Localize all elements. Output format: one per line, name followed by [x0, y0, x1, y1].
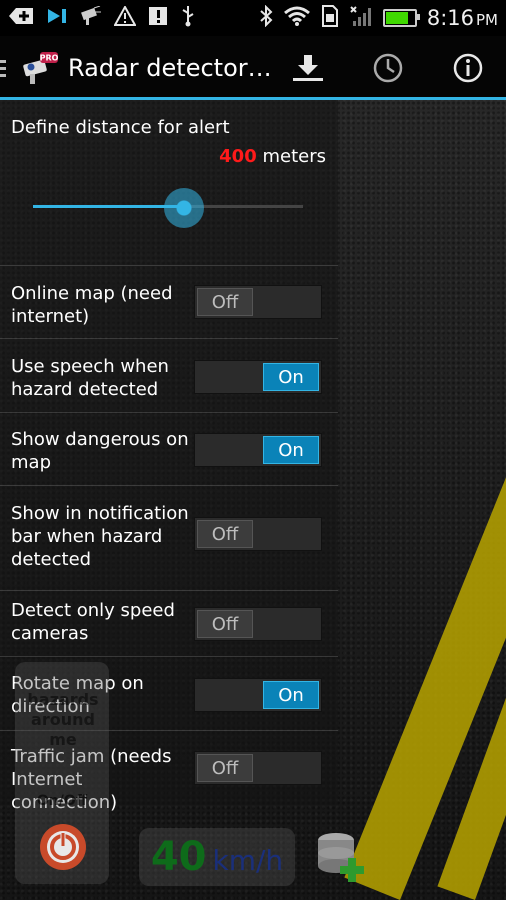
- toggle-state: On: [263, 363, 319, 391]
- power-icon: [40, 824, 86, 870]
- usb-icon: [180, 5, 196, 31]
- download-icon: [293, 55, 323, 81]
- camera-icon: [80, 5, 102, 30]
- history-icon: [373, 53, 403, 83]
- setting-label: Show in notification bar when hazard det…: [11, 503, 189, 570]
- play-icon: [46, 7, 68, 29]
- distance-unit: meters: [262, 146, 326, 167]
- onoff-label: On/Off: [36, 793, 88, 809]
- setting-toggle[interactable]: Off: [194, 517, 322, 551]
- wifi-icon: [283, 6, 311, 30]
- clock: 8:16 PM: [426, 6, 498, 30]
- database-add-icon: [318, 833, 364, 882]
- app-title: Radar detector…: [68, 54, 272, 82]
- setting-toggle[interactable]: Off: [194, 607, 322, 641]
- add-icon: [8, 7, 34, 29]
- alert-icon: [148, 6, 168, 30]
- sim-icon: [321, 5, 339, 31]
- toggle-state: On: [263, 681, 319, 709]
- toggle-state: On: [263, 436, 319, 464]
- setting-toggle[interactable]: Off: [194, 285, 322, 319]
- setting-toggle[interactable]: Off: [194, 751, 322, 785]
- battery-level: [385, 12, 408, 24]
- distance-number: 400: [219, 146, 257, 167]
- setting-toggle[interactable]: On: [194, 678, 322, 712]
- status-bar: 8:16 PM: [0, 0, 506, 36]
- setting-label: Online map (need internet): [11, 283, 173, 327]
- speed-unit: km/h: [212, 844, 284, 877]
- toggle-state: Off: [197, 754, 253, 782]
- info-icon: [453, 53, 483, 83]
- setting-row: Online map (need internet) Off: [0, 265, 338, 339]
- slider-fill: [33, 205, 185, 208]
- toggle-state: Off: [197, 610, 253, 638]
- info-button[interactable]: [450, 50, 486, 86]
- setting-row: Use speech when hazard detected On: [0, 338, 338, 413]
- setting-toggle[interactable]: On: [194, 360, 322, 394]
- toggle-state: Off: [197, 288, 253, 316]
- slider-thumb[interactable]: [164, 188, 205, 228]
- menu-indicator-icon[interactable]: [0, 60, 6, 81]
- bluetooth-icon: [259, 4, 273, 31]
- action-bar: PRO Radar detector…: [0, 36, 506, 100]
- signal-icon: [349, 5, 373, 31]
- history-button[interactable]: [370, 50, 406, 86]
- setting-row: Show in notification bar when hazard det…: [0, 485, 338, 591]
- setting-row: Show dangerous on map On: [0, 412, 338, 486]
- distance-value: 400 meters: [219, 146, 326, 167]
- speed-display: 40 km/h: [139, 828, 295, 886]
- download-button[interactable]: [290, 50, 326, 86]
- pro-badge: PRO: [40, 54, 59, 63]
- setting-toggle[interactable]: On: [194, 433, 322, 467]
- setting-label: Detect only speed cameras: [11, 600, 175, 644]
- setting-label: Use speech when hazard detected: [11, 356, 169, 400]
- app-icon[interactable]: PRO: [22, 50, 60, 86]
- setting-label: Show dangerous on map: [11, 429, 189, 473]
- add-database-button[interactable]: [314, 828, 370, 884]
- hazards-label: hazards around me: [27, 690, 99, 749]
- distance-label: Define distance for alert: [11, 117, 230, 138]
- warning-icon: [113, 4, 137, 30]
- toggle-state: Off: [197, 520, 253, 548]
- speed-value: 40: [150, 834, 207, 880]
- power-button[interactable]: [38, 822, 88, 872]
- setting-row: Detect only speed cameras Off: [0, 590, 338, 657]
- battery-icon: [382, 9, 420, 27]
